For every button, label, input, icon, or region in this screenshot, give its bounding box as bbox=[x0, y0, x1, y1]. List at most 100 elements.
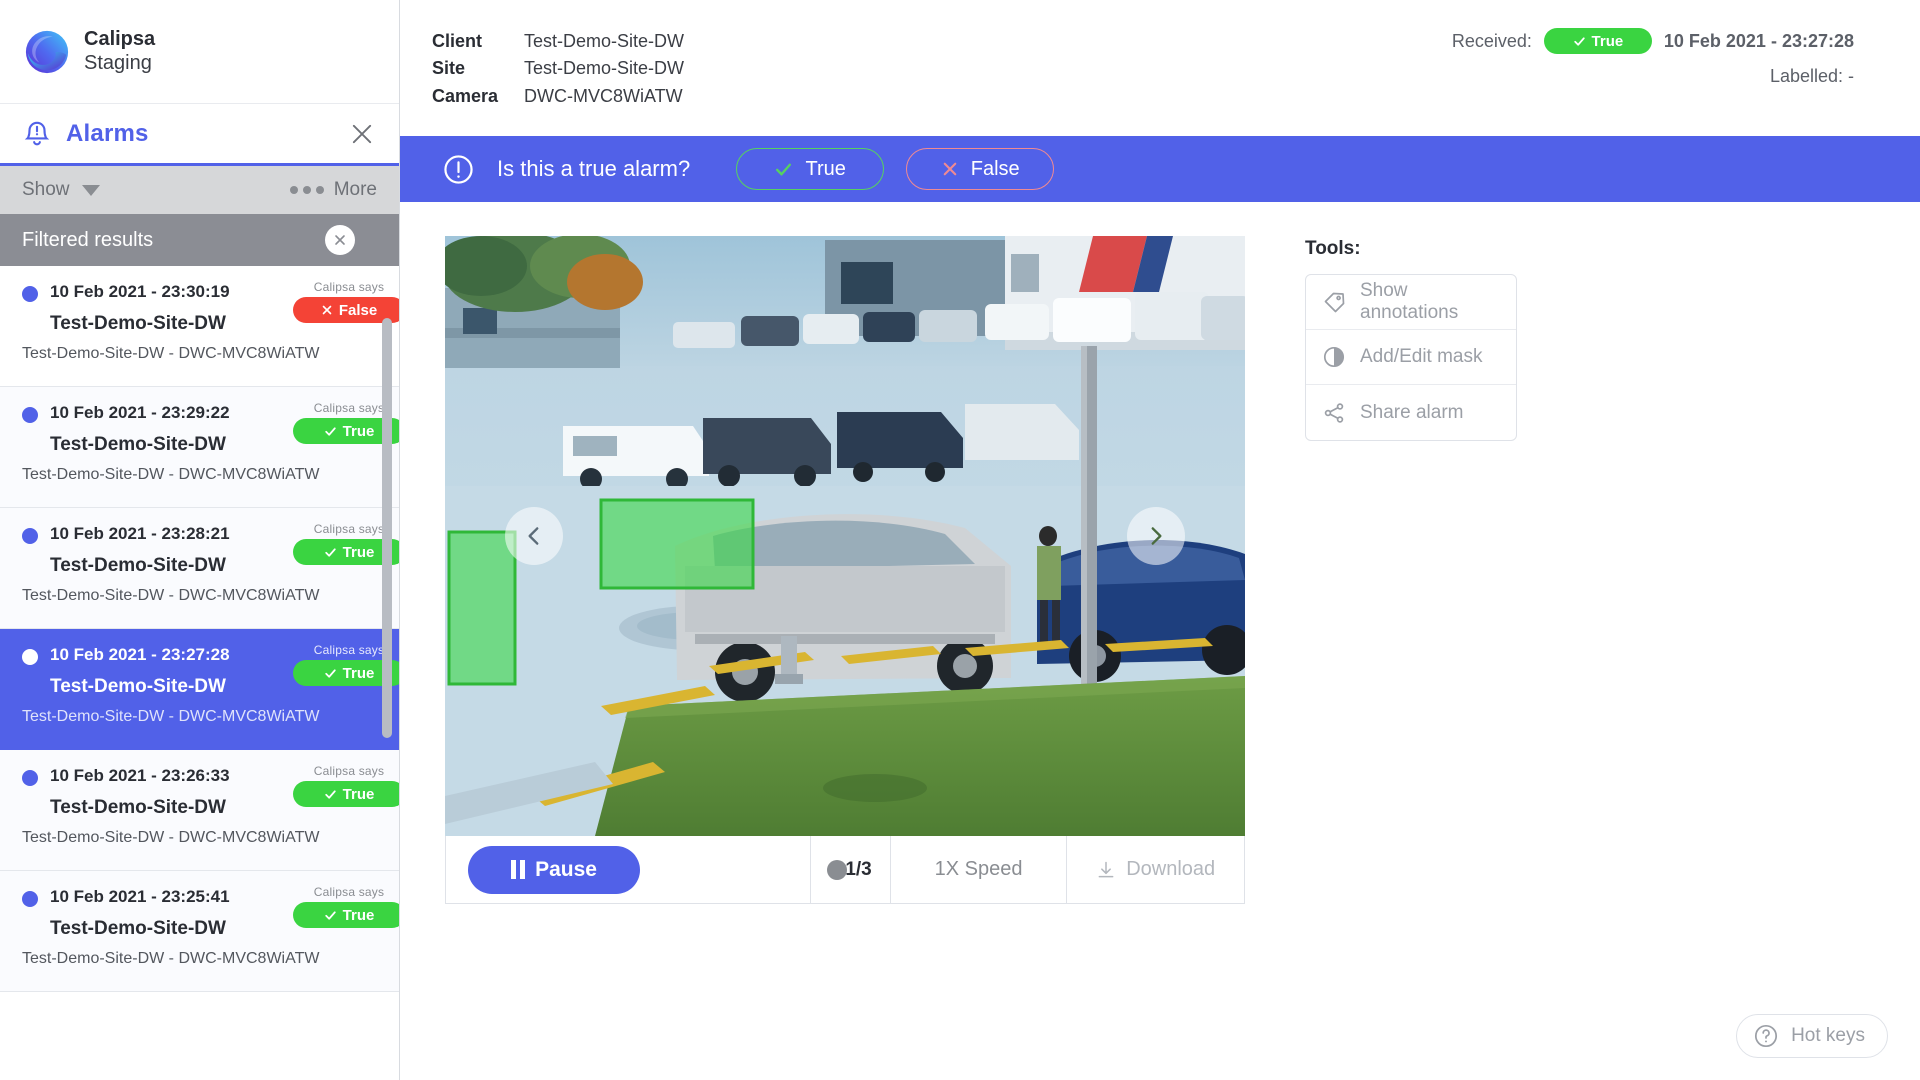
chevron-right-icon bbox=[1151, 527, 1162, 545]
add-edit-mask-button[interactable]: Add/Edit mask bbox=[1306, 330, 1516, 386]
list-item[interactable]: 10 Feb 2021 - 23:29:22 Test-Demo-Site-DW… bbox=[0, 387, 399, 508]
status-badge-label: True bbox=[342, 664, 375, 682]
check-icon bbox=[324, 426, 336, 436]
frame-counter: 1/3 bbox=[845, 858, 872, 880]
show-filter-label: Show bbox=[22, 179, 70, 200]
more-label: More bbox=[333, 179, 377, 200]
more-options-button[interactable]: More bbox=[289, 179, 377, 201]
meta-key: Site bbox=[432, 58, 466, 79]
mark-true-button[interactable]: True bbox=[736, 148, 885, 191]
unread-dot-icon bbox=[22, 528, 38, 544]
verdict-caption: Calipsa says bbox=[313, 401, 385, 415]
brand-text: Calipsa Staging bbox=[84, 28, 155, 75]
status-badge: True bbox=[293, 902, 399, 928]
verdict-caption: Calipsa says bbox=[313, 643, 385, 657]
meta-row-camera: Camera DWC-MVC8WiATW bbox=[432, 83, 684, 110]
meta-value: Test-Demo-Site-DW bbox=[524, 31, 685, 51]
list-item-verdict: Calipsa says False bbox=[275, 280, 399, 323]
filtered-results-bar: Filtered results bbox=[0, 214, 399, 266]
list-item-camera: Test-Demo-Site-DW - DWC-MVC8WiATW bbox=[22, 466, 320, 483]
hot-keys-button[interactable]: Hot keys bbox=[1736, 1014, 1888, 1058]
show-filter-dropdown[interactable]: Show bbox=[22, 179, 100, 201]
check-icon bbox=[1573, 36, 1585, 46]
camera-still-image bbox=[445, 236, 1245, 837]
cross-icon bbox=[322, 305, 332, 315]
brand-name: Calipsa bbox=[84, 27, 156, 50]
list-item-time: 10 Feb 2021 - 23:30:19 bbox=[50, 282, 230, 301]
ellipsis-icon bbox=[289, 186, 324, 194]
list-item-verdict: Calipsa says True bbox=[275, 885, 399, 928]
filtered-results-label: Filtered results bbox=[22, 228, 154, 251]
download-label: Download bbox=[1126, 858, 1216, 881]
list-item-camera: Test-Demo-Site-DW - DWC-MVC8WiATW bbox=[22, 587, 320, 604]
list-item-time: 10 Feb 2021 - 23:25:41 bbox=[50, 887, 230, 906]
unread-dot-icon bbox=[22, 286, 38, 302]
unread-dot-icon bbox=[22, 407, 38, 423]
brand-environment: Staging bbox=[84, 51, 152, 74]
show-annotations-button[interactable]: Show annotations bbox=[1306, 275, 1516, 331]
tools-title: Tools: bbox=[1305, 238, 1361, 260]
chevron-left-icon bbox=[528, 527, 539, 545]
list-item-time: 10 Feb 2021 - 23:27:28 bbox=[50, 645, 230, 664]
alarm-received-info: Received: True 10 Feb 2021 - 23:27:28 La… bbox=[1452, 28, 1890, 110]
alarms-toolbar: Show More bbox=[0, 166, 399, 214]
status-badge-label: True bbox=[342, 785, 375, 803]
meta-value: DWC-MVC8WiATW bbox=[524, 85, 683, 106]
close-icon[interactable] bbox=[347, 119, 377, 149]
list-item-verdict: Calipsa says True bbox=[275, 764, 399, 807]
verdict-caption: Calipsa says bbox=[313, 280, 385, 294]
download-icon bbox=[1098, 861, 1114, 877]
meta-row-site: Site Test-Demo-Site-DW bbox=[432, 55, 684, 82]
alarm-bell-icon bbox=[22, 119, 52, 149]
pause-button[interactable]: Pause bbox=[468, 845, 640, 894]
received-row: Received: True 10 Feb 2021 - 23:27:28 bbox=[1452, 28, 1854, 54]
list-item-verdict: Calipsa says True bbox=[275, 401, 399, 444]
calipsa-logo-icon bbox=[24, 29, 70, 75]
seek-knob[interactable] bbox=[827, 859, 848, 880]
mark-false-label: False bbox=[970, 157, 1020, 180]
list-item[interactable]: 10 Feb 2021 - 23:30:19 Test-Demo-Site-DW… bbox=[0, 266, 399, 387]
mark-true-label: True bbox=[805, 157, 846, 180]
tools-list: Show annotations Add/Edit mask Share ala… bbox=[1305, 274, 1517, 442]
list-item[interactable]: 10 Feb 2021 - 23:26:33 Test-Demo-Site-DW… bbox=[0, 750, 399, 871]
list-item-camera: Test-Demo-Site-DW - DWC-MVC8WiATW bbox=[22, 950, 320, 967]
alarms-panel-header: Alarms bbox=[0, 104, 399, 166]
check-icon bbox=[324, 668, 336, 678]
mark-false-button[interactable]: False bbox=[906, 148, 1055, 191]
verdict-caption: Calipsa says bbox=[313, 522, 385, 536]
list-item[interactable]: 10 Feb 2021 - 23:28:21 Test-Demo-Site-DW… bbox=[0, 508, 399, 629]
verdict-caption: Calipsa says bbox=[313, 885, 385, 899]
unread-dot-icon bbox=[22, 891, 38, 907]
share-alarm-label: Share alarm bbox=[1360, 401, 1464, 423]
list-item-time: 10 Feb 2021 - 23:26:33 bbox=[50, 766, 230, 785]
unread-dot-icon bbox=[22, 649, 38, 665]
video-player: Pause 1/3 1X Speed Download bbox=[445, 236, 1245, 905]
verdict-caption: Calipsa says bbox=[313, 764, 385, 778]
status-badge-label: False bbox=[338, 301, 378, 319]
list-item-time: 10 Feb 2021 - 23:29:22 bbox=[50, 403, 230, 422]
meta-key: Camera bbox=[432, 85, 499, 106]
contrast-icon bbox=[1322, 345, 1346, 369]
question-circle-icon bbox=[1755, 1024, 1778, 1048]
check-icon bbox=[324, 789, 336, 799]
close-circle-icon[interactable] bbox=[325, 225, 355, 255]
share-icon bbox=[1322, 401, 1346, 425]
seek-zone: 1/3 bbox=[811, 836, 891, 904]
status-badge-label: True bbox=[1591, 32, 1624, 50]
list-item-time: 10 Feb 2021 - 23:28:21 bbox=[50, 524, 230, 543]
list-item[interactable]: 10 Feb 2021 - 23:27:28 Test-Demo-Site-DW… bbox=[0, 629, 399, 750]
exclamation-circle-icon bbox=[442, 153, 475, 186]
list-item[interactable]: 10 Feb 2021 - 23:25:41 Test-Demo-Site-DW… bbox=[0, 871, 399, 992]
status-badge: True bbox=[293, 660, 399, 686]
check-icon bbox=[324, 547, 336, 557]
previous-frame-button[interactable] bbox=[505, 507, 563, 566]
download-button[interactable]: Download bbox=[1067, 836, 1244, 903]
playback-speed-button[interactable]: 1X Speed bbox=[891, 836, 1068, 904]
share-alarm-button[interactable]: Share alarm bbox=[1306, 385, 1516, 440]
alarm-list[interactable]: 10 Feb 2021 - 23:30:19 Test-Demo-Site-DW… bbox=[0, 266, 399, 1080]
unread-dot-icon bbox=[22, 770, 38, 786]
next-frame-button[interactable] bbox=[1127, 507, 1185, 566]
list-item-camera: Test-Demo-Site-DW - DWC-MVC8WiATW bbox=[22, 829, 320, 846]
tools-panel: Tools: Show annotations Add/Edit mask Sh… bbox=[1305, 236, 1517, 904]
video-frame[interactable] bbox=[445, 236, 1245, 837]
